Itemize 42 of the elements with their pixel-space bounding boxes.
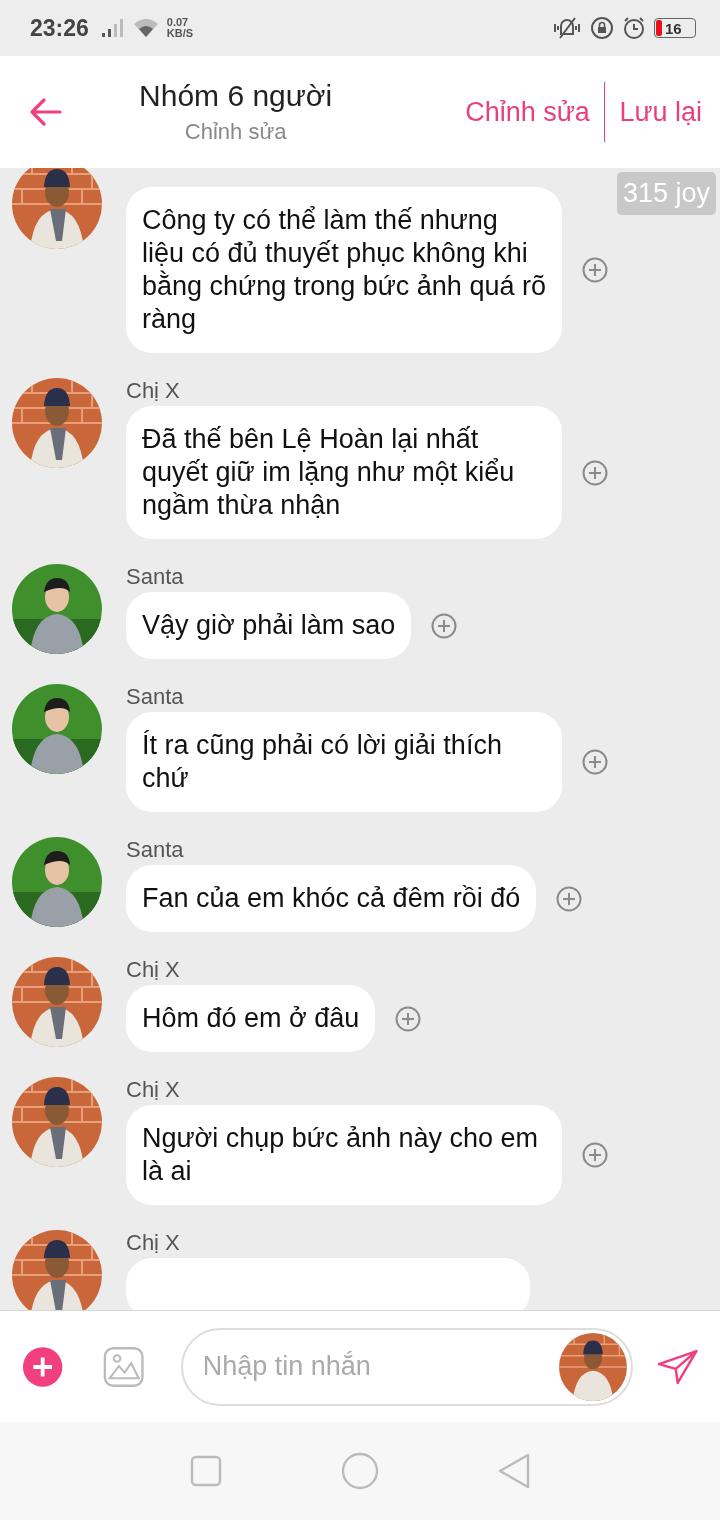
sender-name: Chị X [126,378,181,405]
message-input[interactable]: Nhập tin nhắn [200,1350,559,1383]
add-reaction-icon[interactable] [582,257,608,283]
add-reaction-icon[interactable] [582,1142,608,1168]
add-reaction-icon[interactable] [582,749,608,775]
lock-rotation-icon [590,16,614,40]
sender-name: Chị X [126,957,181,984]
wifi-icon [132,18,159,38]
message-field[interactable]: Nhập tin nhắn [180,1327,633,1406]
mute-vibrate-icon [552,16,582,40]
image-icon[interactable] [103,1344,145,1389]
message-bubble: Công ty có thể làm thế nhưng liệu có đủ thuyết phục không khi bằng chứng trong bức ảnh quá rõ ràng [126,187,562,353]
back-icon[interactable] [28,97,62,127]
alarm-icon [622,16,646,40]
add-reaction-icon[interactable] [395,1005,422,1032]
battery-icon: 16 [654,18,696,38]
sender-name: Santa [126,564,185,591]
message-bubble: Đã thế bên Lệ Hoàn lại nhất quyết giữ im lặng như một kiểu ngầm thừa nhận [126,406,562,539]
edit-button[interactable]: Chỉnh sửa [465,96,590,128]
save-button[interactable]: Lưu lại [619,96,702,128]
chat-title: Nhóm 6 người [139,79,333,113]
recents-icon[interactable] [189,1455,222,1487]
home-icon[interactable] [341,1452,379,1490]
add-reaction-icon[interactable] [431,612,458,639]
add-reaction-icon[interactable] [582,459,608,486]
message-bubble: Người chụp bức ảnh này cho em là ai [126,1105,562,1205]
sender-name: Santa [126,837,185,864]
message-bubble: Fan của em khóc cả đêm rồi đó [126,865,537,932]
message-bubble: Hôm đó em ở đâu [126,985,376,1052]
add-reaction-icon[interactable] [556,885,583,912]
net-unit: KB/S [166,28,194,39]
net-speed: 0.07 [166,17,190,28]
message-bubble: Vậy giờ phải làm sao [126,592,412,659]
status-time: 23:26 [30,14,89,42]
sender-name: Chị X [126,1077,181,1104]
sender-name: Santa [126,684,185,711]
back-nav-icon[interactable] [498,1453,531,1489]
message-bubble: Ít ra cũng phải có lời giải thích chứ [126,712,562,812]
add-icon[interactable] [22,1344,64,1389]
sender-name: Chị X [126,1230,181,1257]
chat-subtitle: Chỉnh sửa [184,119,287,145]
signal-icon [100,18,125,38]
